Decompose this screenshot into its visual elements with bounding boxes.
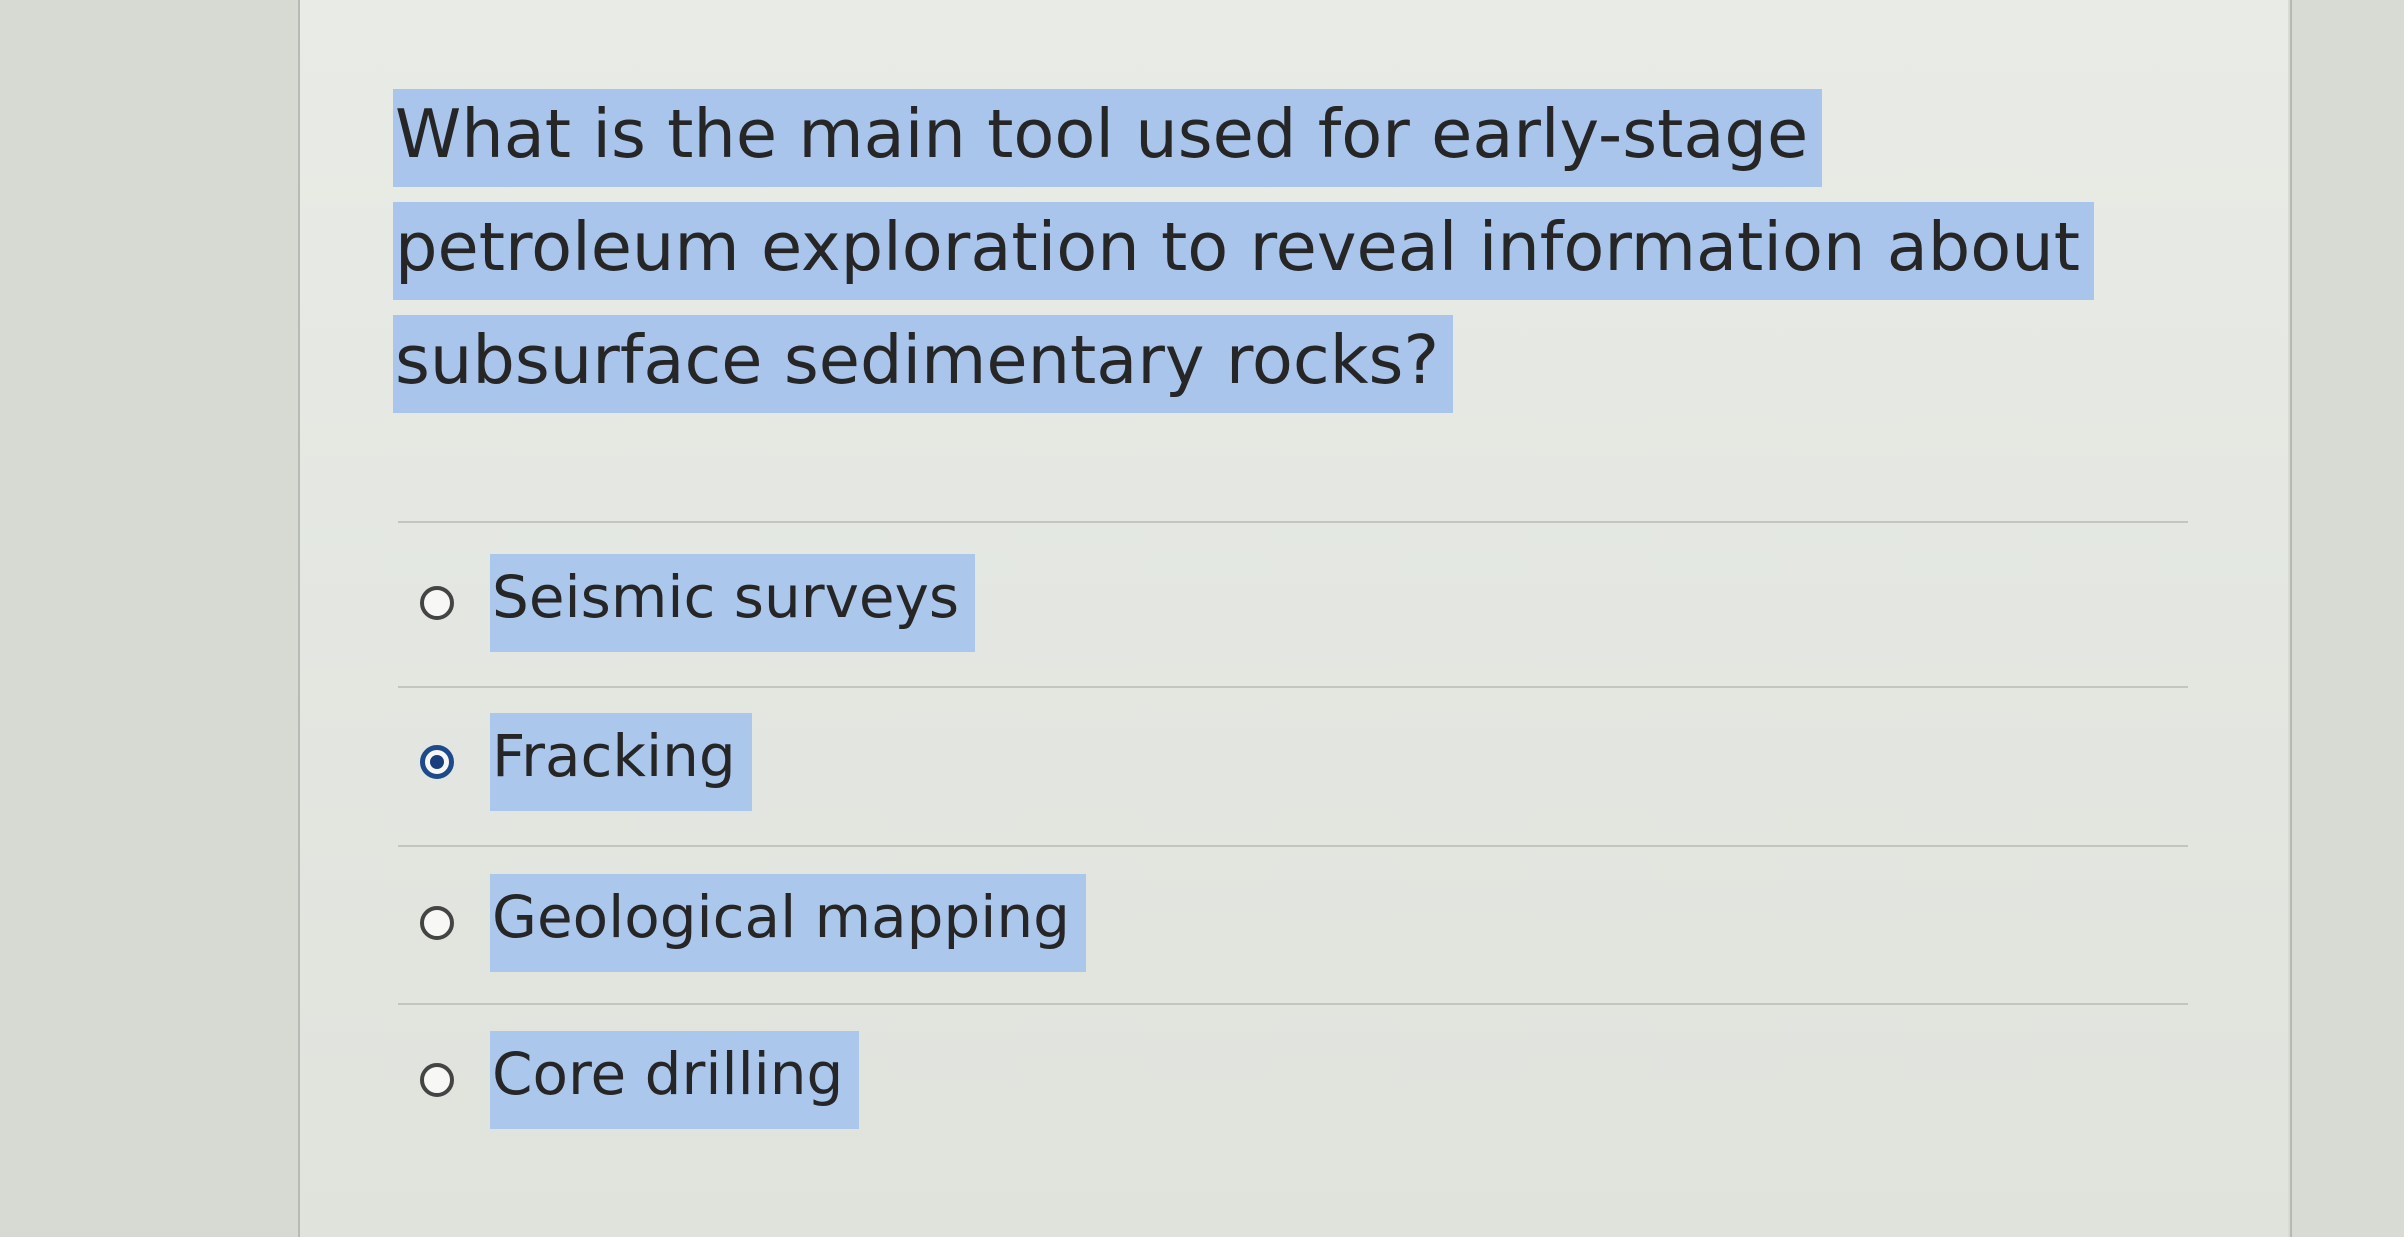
option-core-drilling[interactable]: Core drilling — [420, 1025, 1920, 1135]
option-label: Fracking — [490, 713, 752, 811]
question-text: What is the main tool used for early-sta… — [393, 78, 2113, 417]
divider — [398, 845, 2188, 847]
option-label: Geological mapping — [490, 874, 1086, 972]
radio-button[interactable] — [420, 586, 454, 620]
divider — [398, 1003, 2188, 1005]
option-label: Seismic surveys — [490, 554, 976, 652]
option-seismic-surveys[interactable]: Seismic surveys — [420, 548, 1920, 658]
divider — [398, 686, 2188, 688]
option-fracking[interactable]: Fracking — [420, 707, 1920, 817]
radio-button[interactable] — [420, 906, 454, 940]
right-margin-panel — [2290, 0, 2404, 1237]
option-geological-mapping[interactable]: Geological mapping — [420, 868, 1920, 978]
radio-button[interactable] — [420, 1063, 454, 1097]
divider — [398, 521, 2188, 523]
option-label: Core drilling — [490, 1031, 860, 1129]
radio-button-selected[interactable] — [420, 745, 454, 779]
question-highlight: What is the main tool used for early-sta… — [393, 89, 2095, 413]
left-margin-panel — [0, 0, 300, 1237]
